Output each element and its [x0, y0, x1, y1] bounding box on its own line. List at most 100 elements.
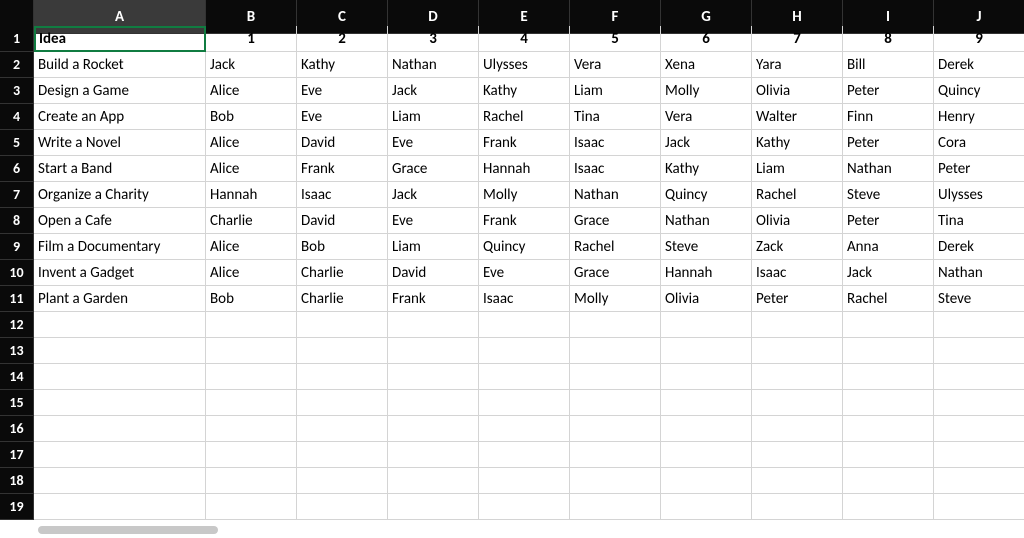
cell-F14[interactable]: [570, 364, 661, 390]
cell-A8[interactable]: Open a Cafe: [34, 208, 206, 234]
cell-J13[interactable]: [934, 338, 1024, 364]
row-header-7[interactable]: 7: [0, 182, 34, 208]
cell-D5[interactable]: Eve: [388, 130, 479, 156]
cell-H15[interactable]: [752, 390, 843, 416]
cell-J8[interactable]: Tina: [934, 208, 1024, 234]
cell-I9[interactable]: Anna: [843, 234, 934, 260]
cell-B13[interactable]: [206, 338, 297, 364]
cell-H5[interactable]: Kathy: [752, 130, 843, 156]
cell-H13[interactable]: [752, 338, 843, 364]
cell-J12[interactable]: [934, 312, 1024, 338]
cell-G2[interactable]: Xena: [661, 52, 752, 78]
cell-I2[interactable]: Bill: [843, 52, 934, 78]
cell-G12[interactable]: [661, 312, 752, 338]
row-header-9[interactable]: 9: [0, 234, 34, 260]
cell-A13[interactable]: [34, 338, 206, 364]
cell-J9[interactable]: Derek: [934, 234, 1024, 260]
cell-J14[interactable]: [934, 364, 1024, 390]
cell-B2[interactable]: Jack: [206, 52, 297, 78]
cell-G4[interactable]: Vera: [661, 104, 752, 130]
cell-C11[interactable]: Charlie: [297, 286, 388, 312]
cell-A6[interactable]: Start a Band: [34, 156, 206, 182]
cell-I5[interactable]: Peter: [843, 130, 934, 156]
row-header-17[interactable]: 17: [0, 442, 34, 468]
cell-J7[interactable]: Ulysses: [934, 182, 1024, 208]
cell-C7[interactable]: Isaac: [297, 182, 388, 208]
row-header-5[interactable]: 5: [0, 130, 34, 156]
cell-D6[interactable]: Grace: [388, 156, 479, 182]
row-header-12[interactable]: 12: [0, 312, 34, 338]
cell-A3[interactable]: Design a Game: [34, 78, 206, 104]
cell-E1[interactable]: 4: [479, 26, 570, 52]
row-header-14[interactable]: 14: [0, 364, 34, 390]
cell-B19[interactable]: [206, 494, 297, 520]
cell-J2[interactable]: Derek: [934, 52, 1024, 78]
cell-A4[interactable]: Create an App: [34, 104, 206, 130]
cell-C8[interactable]: David: [297, 208, 388, 234]
cell-C3[interactable]: Eve: [297, 78, 388, 104]
cell-J6[interactable]: Peter: [934, 156, 1024, 182]
cell-D10[interactable]: David: [388, 260, 479, 286]
cell-A19[interactable]: [34, 494, 206, 520]
cell-F7[interactable]: Nathan: [570, 182, 661, 208]
cell-E12[interactable]: [479, 312, 570, 338]
cell-H2[interactable]: Yara: [752, 52, 843, 78]
cell-D17[interactable]: [388, 442, 479, 468]
cell-E6[interactable]: Hannah: [479, 156, 570, 182]
horizontal-scrollbar[interactable]: [38, 526, 218, 534]
row-header-1[interactable]: 1: [0, 26, 34, 52]
cell-B7[interactable]: Hannah: [206, 182, 297, 208]
row-header-6[interactable]: 6: [0, 156, 34, 182]
cell-F4[interactable]: Tina: [570, 104, 661, 130]
cell-G10[interactable]: Hannah: [661, 260, 752, 286]
cell-I7[interactable]: Steve: [843, 182, 934, 208]
cell-F5[interactable]: Isaac: [570, 130, 661, 156]
cell-F15[interactable]: [570, 390, 661, 416]
cell-G7[interactable]: Quincy: [661, 182, 752, 208]
cell-J11[interactable]: Steve: [934, 286, 1024, 312]
cell-G19[interactable]: [661, 494, 752, 520]
cell-D13[interactable]: [388, 338, 479, 364]
cell-H9[interactable]: Zack: [752, 234, 843, 260]
cell-B5[interactable]: Alice: [206, 130, 297, 156]
cell-H10[interactable]: Isaac: [752, 260, 843, 286]
spreadsheet-grid[interactable]: ABCDEFGHIJ1Idea1234567892Build a RocketJ…: [0, 0, 1024, 520]
cell-E19[interactable]: [479, 494, 570, 520]
cell-C2[interactable]: Kathy: [297, 52, 388, 78]
cell-J5[interactable]: Cora: [934, 130, 1024, 156]
row-header-10[interactable]: 10: [0, 260, 34, 286]
cell-A5[interactable]: Write a Novel: [34, 130, 206, 156]
cell-H3[interactable]: Olivia: [752, 78, 843, 104]
cell-C14[interactable]: [297, 364, 388, 390]
cell-D7[interactable]: Jack: [388, 182, 479, 208]
cell-C19[interactable]: [297, 494, 388, 520]
cell-B9[interactable]: Alice: [206, 234, 297, 260]
cell-J16[interactable]: [934, 416, 1024, 442]
cell-H14[interactable]: [752, 364, 843, 390]
row-header-8[interactable]: 8: [0, 208, 34, 234]
cell-F10[interactable]: Grace: [570, 260, 661, 286]
cell-H19[interactable]: [752, 494, 843, 520]
cell-D4[interactable]: Liam: [388, 104, 479, 130]
cell-E16[interactable]: [479, 416, 570, 442]
cell-E4[interactable]: Rachel: [479, 104, 570, 130]
cell-E18[interactable]: [479, 468, 570, 494]
cell-C17[interactable]: [297, 442, 388, 468]
cell-B12[interactable]: [206, 312, 297, 338]
cell-G14[interactable]: [661, 364, 752, 390]
cell-H1[interactable]: 7: [752, 26, 843, 52]
cell-C9[interactable]: Bob: [297, 234, 388, 260]
row-header-19[interactable]: 19: [0, 494, 34, 520]
cell-D14[interactable]: [388, 364, 479, 390]
cell-F19[interactable]: [570, 494, 661, 520]
cell-E14[interactable]: [479, 364, 570, 390]
cell-C10[interactable]: Charlie: [297, 260, 388, 286]
cell-I14[interactable]: [843, 364, 934, 390]
cell-H16[interactable]: [752, 416, 843, 442]
cell-H17[interactable]: [752, 442, 843, 468]
cell-E10[interactable]: Eve: [479, 260, 570, 286]
cell-C15[interactable]: [297, 390, 388, 416]
cell-A14[interactable]: [34, 364, 206, 390]
cell-C16[interactable]: [297, 416, 388, 442]
cell-J1[interactable]: 9: [934, 26, 1024, 52]
